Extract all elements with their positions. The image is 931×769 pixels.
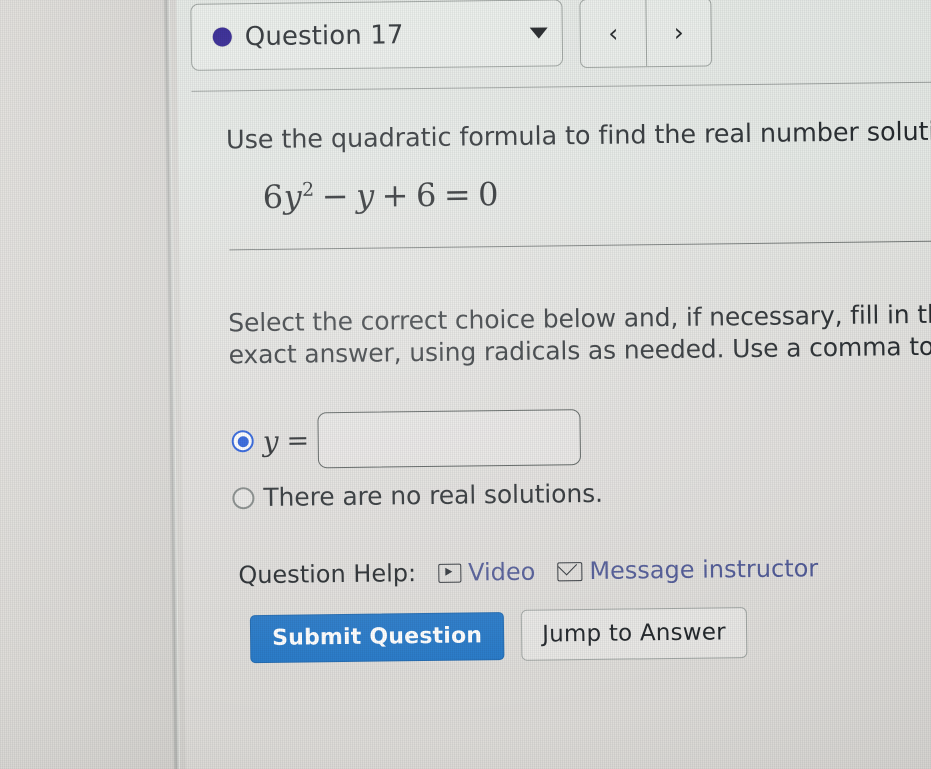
- radio-choice-b[interactable]: [232, 486, 255, 509]
- equation-equals: =: [443, 175, 472, 214]
- equation-operator-2: +: [381, 176, 410, 215]
- question-equation: 6y2− y +6 = 0: [262, 175, 499, 216]
- radio-choice-a[interactable]: [231, 430, 254, 453]
- header-divider: [191, 81, 931, 92]
- question-help-label: Question Help:: [238, 559, 417, 590]
- assignment-page: Question 17 ‹ › Use the quadratic formul…: [176, 0, 931, 769]
- jump-to-answer-button[interactable]: Jump to Answer: [520, 607, 748, 661]
- question-status-dot: [212, 27, 232, 47]
- equation-variable: y: [283, 177, 303, 216]
- message-instructor-label: Message instructor: [589, 554, 819, 585]
- question-help-row: Question Help: Video Message instructor: [238, 554, 840, 589]
- equation-coefficient: 6: [262, 177, 284, 216]
- equation-operator-1: −: [321, 176, 350, 216]
- question-prompt: Use the quadratic formula to find the re…: [225, 116, 931, 156]
- video-help-link[interactable]: Video: [438, 558, 536, 587]
- next-question-button[interactable]: ›: [645, 0, 712, 67]
- video-help-label: Video: [467, 557, 536, 587]
- equation-divider: [229, 240, 931, 251]
- chevron-down-icon[interactable]: [529, 27, 548, 39]
- choice-a[interactable]: y =: [231, 409, 602, 470]
- answer-input[interactable]: [317, 409, 582, 469]
- answer-choices: y = There are no real solutions.: [231, 409, 603, 513]
- equation-exponent: 2: [301, 178, 315, 201]
- question-nav-group: ‹ ›: [579, 0, 713, 69]
- envelope-icon: [557, 561, 583, 581]
- equation-term-2: y: [355, 176, 375, 215]
- message-instructor-link[interactable]: Message instructor: [557, 554, 818, 585]
- photographed-screen: Question 17 ‹ › Use the quadratic formul…: [0, 0, 931, 769]
- choice-a-variable: y: [262, 424, 279, 458]
- question-header: Question 17 ‹ ›: [190, 0, 713, 73]
- choice-b[interactable]: There are no real solutions.: [232, 479, 603, 513]
- previous-question-button[interactable]: ‹: [580, 0, 646, 67]
- question-title: Question 17: [244, 19, 404, 52]
- screen-bezel-left: [0, 0, 191, 769]
- question-selector[interactable]: Question 17: [190, 0, 564, 71]
- choice-b-label: There are no real solutions.: [263, 478, 604, 512]
- submit-question-button[interactable]: Submit Question: [249, 611, 505, 663]
- equation-term-3: 6: [415, 175, 438, 215]
- answer-instructions: Select the correct choice below and, if …: [228, 298, 931, 372]
- video-play-icon: [438, 563, 462, 583]
- choice-a-equals: =: [286, 424, 310, 457]
- equation-rhs: 0: [477, 175, 500, 214]
- action-buttons: Submit Question Jump to Answer: [249, 607, 748, 664]
